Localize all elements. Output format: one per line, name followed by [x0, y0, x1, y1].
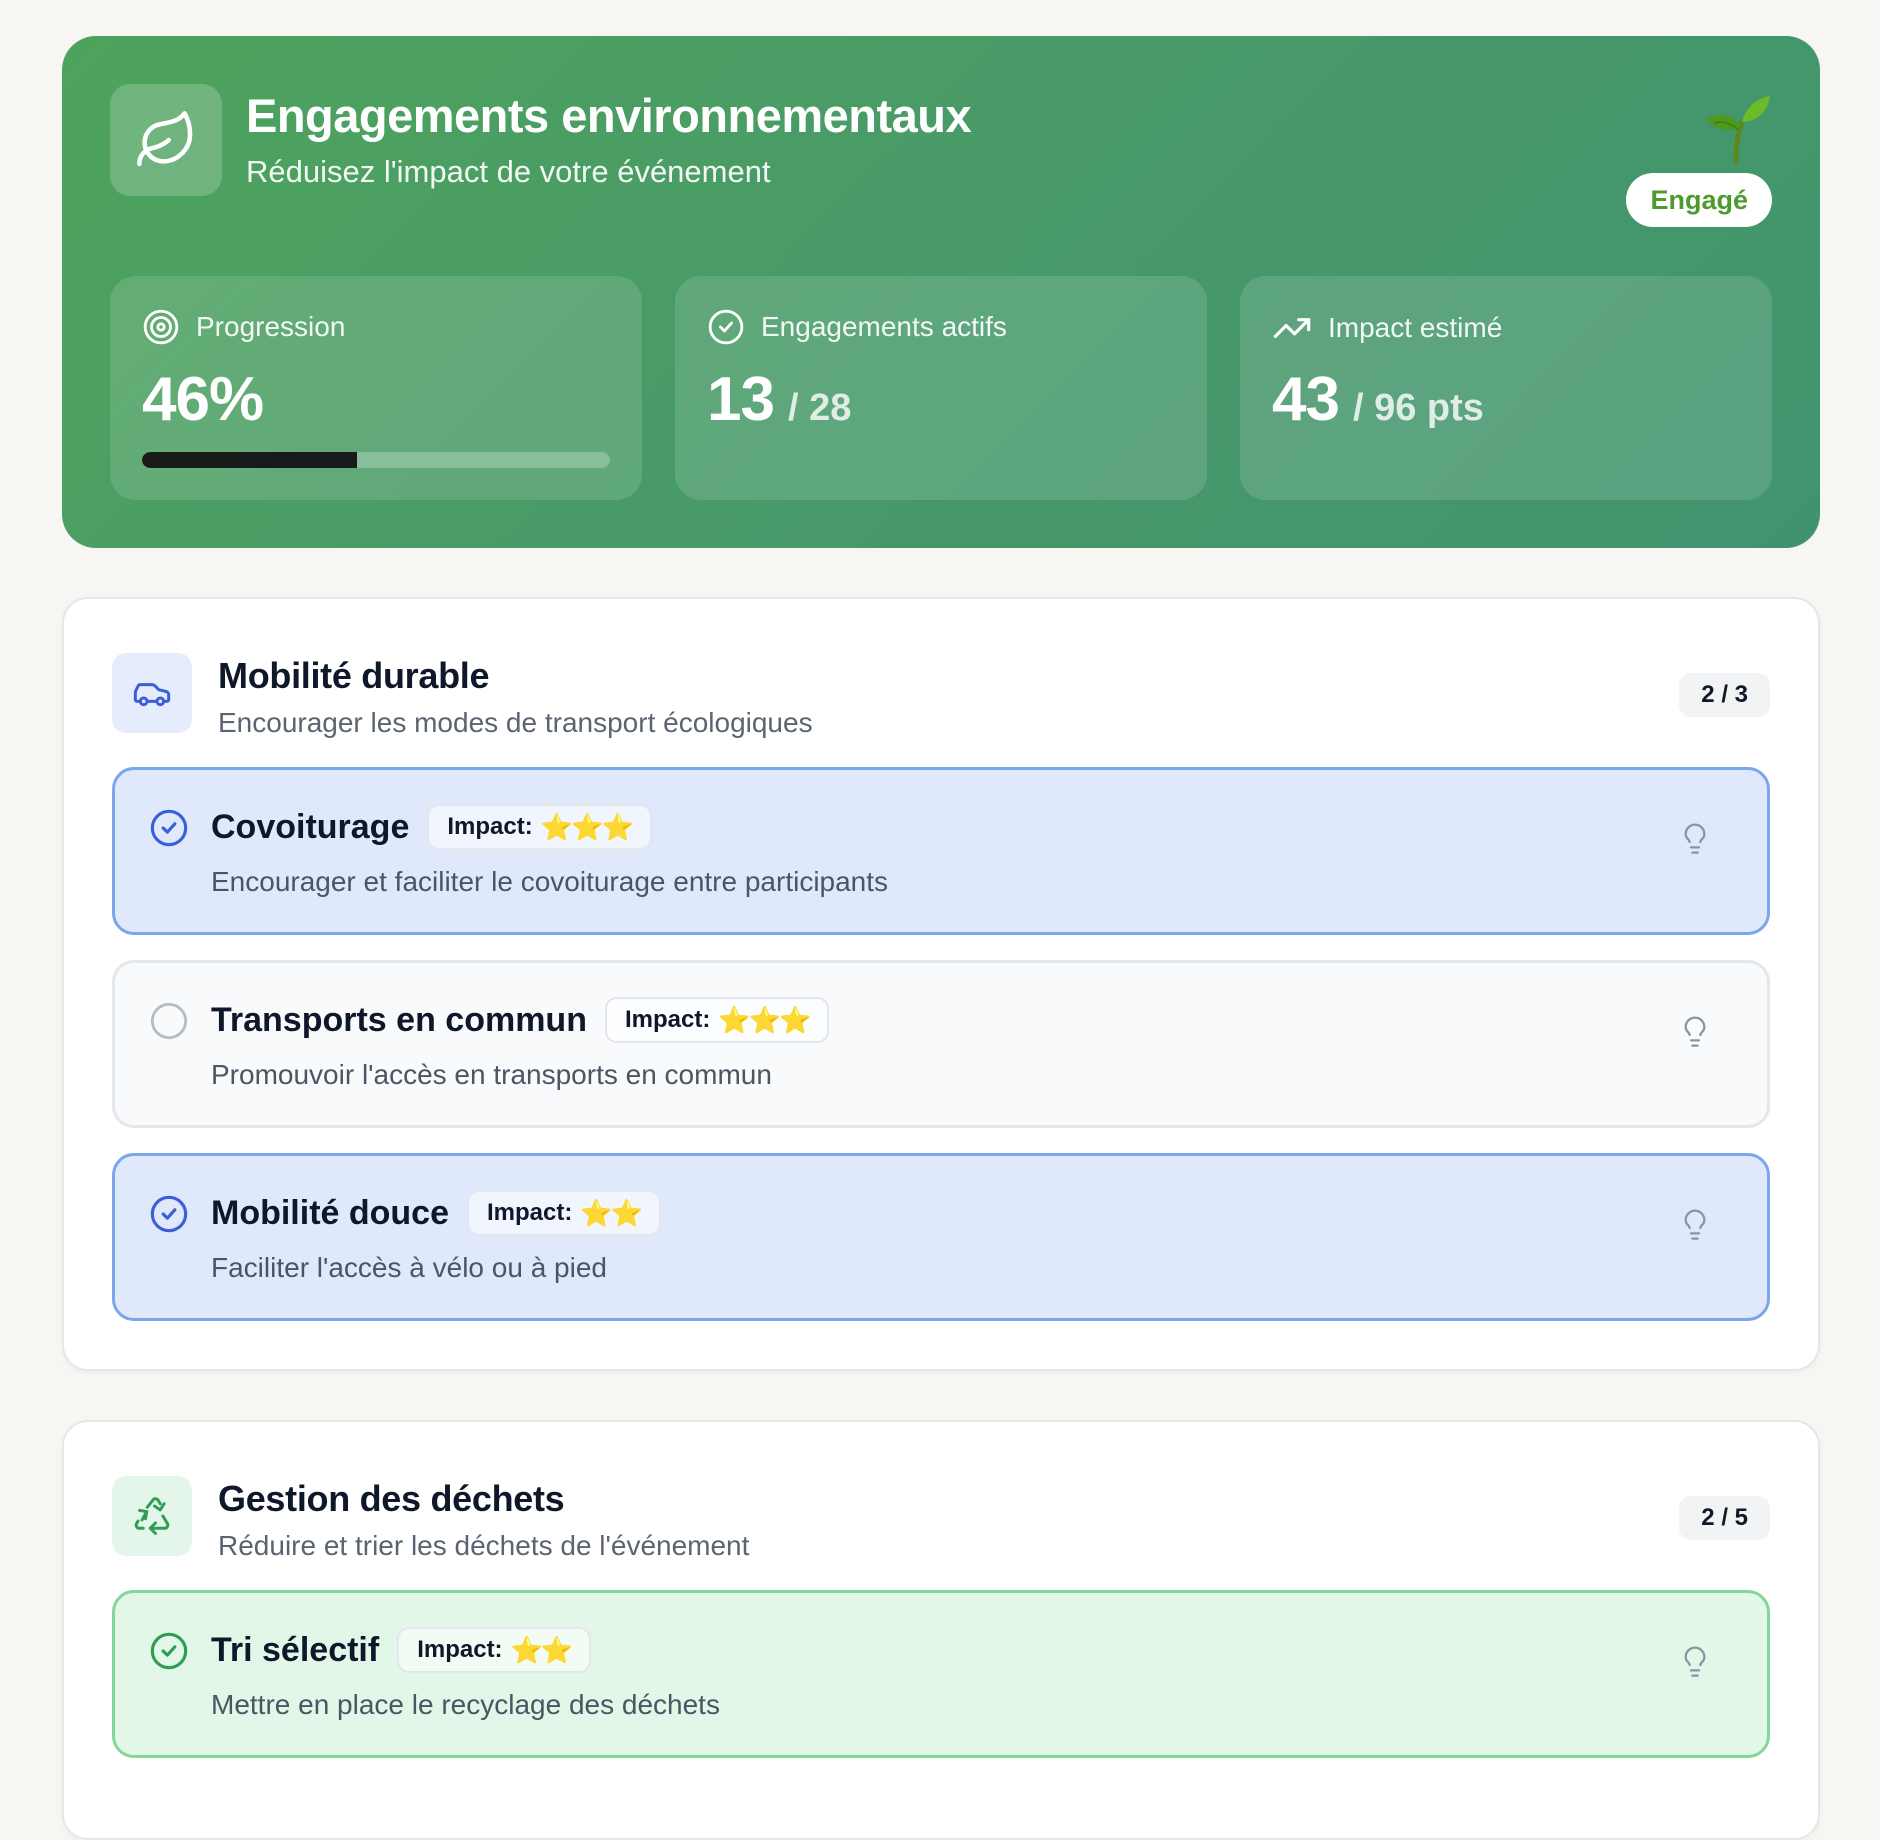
- stat-label: Progression: [196, 311, 346, 342]
- commitment-description: Encourager et faciliter le covoiturage e…: [211, 866, 889, 897]
- star-icon: ⭐⭐: [510, 1634, 574, 1665]
- category-card-mobility: Mobilité durable Encourager les modes de…: [62, 597, 1820, 1371]
- commitment-item-tri-selectif[interactable]: Tri sélectif Impact: ⭐⭐ Mettre en place …: [112, 1590, 1770, 1758]
- star-icon: ⭐⭐⭐: [540, 811, 634, 842]
- car-icon: [112, 653, 192, 733]
- trending-up-icon: [1273, 318, 1311, 338]
- commitment-title: Covoiturage: [211, 807, 410, 846]
- check-circle-icon[interactable]: [149, 1194, 189, 1234]
- category-description: Encourager les modes de transport écolog…: [218, 707, 813, 738]
- check-circle-icon[interactable]: [149, 808, 189, 848]
- category-card-waste: Gestion des déchets Réduire et trier les…: [62, 1420, 1820, 1840]
- check-circle-icon[interactable]: [149, 1631, 189, 1671]
- impact-badge: Impact: ⭐⭐: [467, 1190, 662, 1236]
- page-title: Engagements environnementaux: [246, 89, 972, 142]
- category-description: Réduire et trier les déchets de l'événem…: [218, 1530, 750, 1561]
- commitment-description: Faciliter l'accès à vélo ou à pied: [211, 1252, 607, 1283]
- commitment-title: Tri sélectif: [211, 1630, 380, 1669]
- impact-badge: Impact: ⭐⭐: [397, 1627, 592, 1673]
- stat-active-commitments: Engagements actifs 13/ 28: [675, 276, 1207, 500]
- impact-badge: Impact: ⭐⭐⭐: [427, 804, 652, 850]
- leaf-icon: [110, 84, 222, 196]
- stat-value: 46%: [142, 365, 264, 434]
- progress-fill: [142, 452, 358, 468]
- stat-value: 43/ 96 pts: [1272, 365, 1484, 434]
- check-circle-icon: [708, 309, 744, 345]
- commitment-title: Mobilité douce: [211, 1193, 449, 1232]
- lightbulb-icon[interactable]: [1679, 1641, 1711, 1681]
- lightbulb-icon[interactable]: [1679, 1011, 1711, 1051]
- target-icon: [143, 309, 179, 345]
- commitment-title: Transports en commun: [211, 1000, 587, 1039]
- empty-circle-icon[interactable]: [149, 1001, 189, 1041]
- stat-total: / 28: [787, 387, 852, 429]
- stat-total: / 96 pts: [1352, 387, 1484, 429]
- impact-badge: Impact: ⭐⭐⭐: [604, 997, 830, 1043]
- status-badge: Engagé: [1626, 173, 1772, 227]
- category-count-badge: 2 / 3: [1679, 673, 1770, 717]
- stat-value: 13/ 28: [707, 365, 852, 434]
- commitment-item-transports-en-commun[interactable]: Transports en commun Impact: ⭐⭐⭐ Promouv…: [112, 960, 1770, 1128]
- commitment-item-covoiturage[interactable]: Covoiturage Impact: ⭐⭐⭐ Encourager et fa…: [112, 767, 1770, 935]
- star-icon: ⭐⭐: [580, 1197, 644, 1228]
- recycle-icon: [112, 1476, 192, 1556]
- stat-label: Impact estimé: [1328, 312, 1503, 343]
- commitment-description: Promouvoir l'accès en transports en comm…: [211, 1059, 772, 1090]
- progress-bar: [142, 452, 610, 468]
- hero-banner: Engagements environnementaux Réduisez l'…: [62, 36, 1820, 548]
- lightbulb-icon[interactable]: [1679, 1204, 1711, 1244]
- lightbulb-icon[interactable]: [1679, 818, 1711, 858]
- stat-progression: Progression 46%: [110, 276, 642, 500]
- star-icon: ⭐⭐⭐: [718, 1004, 812, 1035]
- stat-estimated-impact: Impact estimé 43/ 96 pts: [1240, 276, 1772, 500]
- commitment-description: Mettre en place le recyclage des déchets: [211, 1689, 720, 1720]
- category-title: Mobilité durable: [218, 655, 490, 696]
- category-count-badge: 2 / 5: [1679, 1496, 1770, 1540]
- commitment-item-mobilite-douce[interactable]: Mobilité douce Impact: ⭐⭐ Faciliter l'ac…: [112, 1153, 1770, 1321]
- page-subtitle: Réduisez l'impact de votre événement: [246, 154, 771, 189]
- stat-label: Engagements actifs: [761, 311, 1007, 342]
- seedling-icon: [1706, 96, 1770, 164]
- category-title: Gestion des déchets: [218, 1478, 565, 1519]
